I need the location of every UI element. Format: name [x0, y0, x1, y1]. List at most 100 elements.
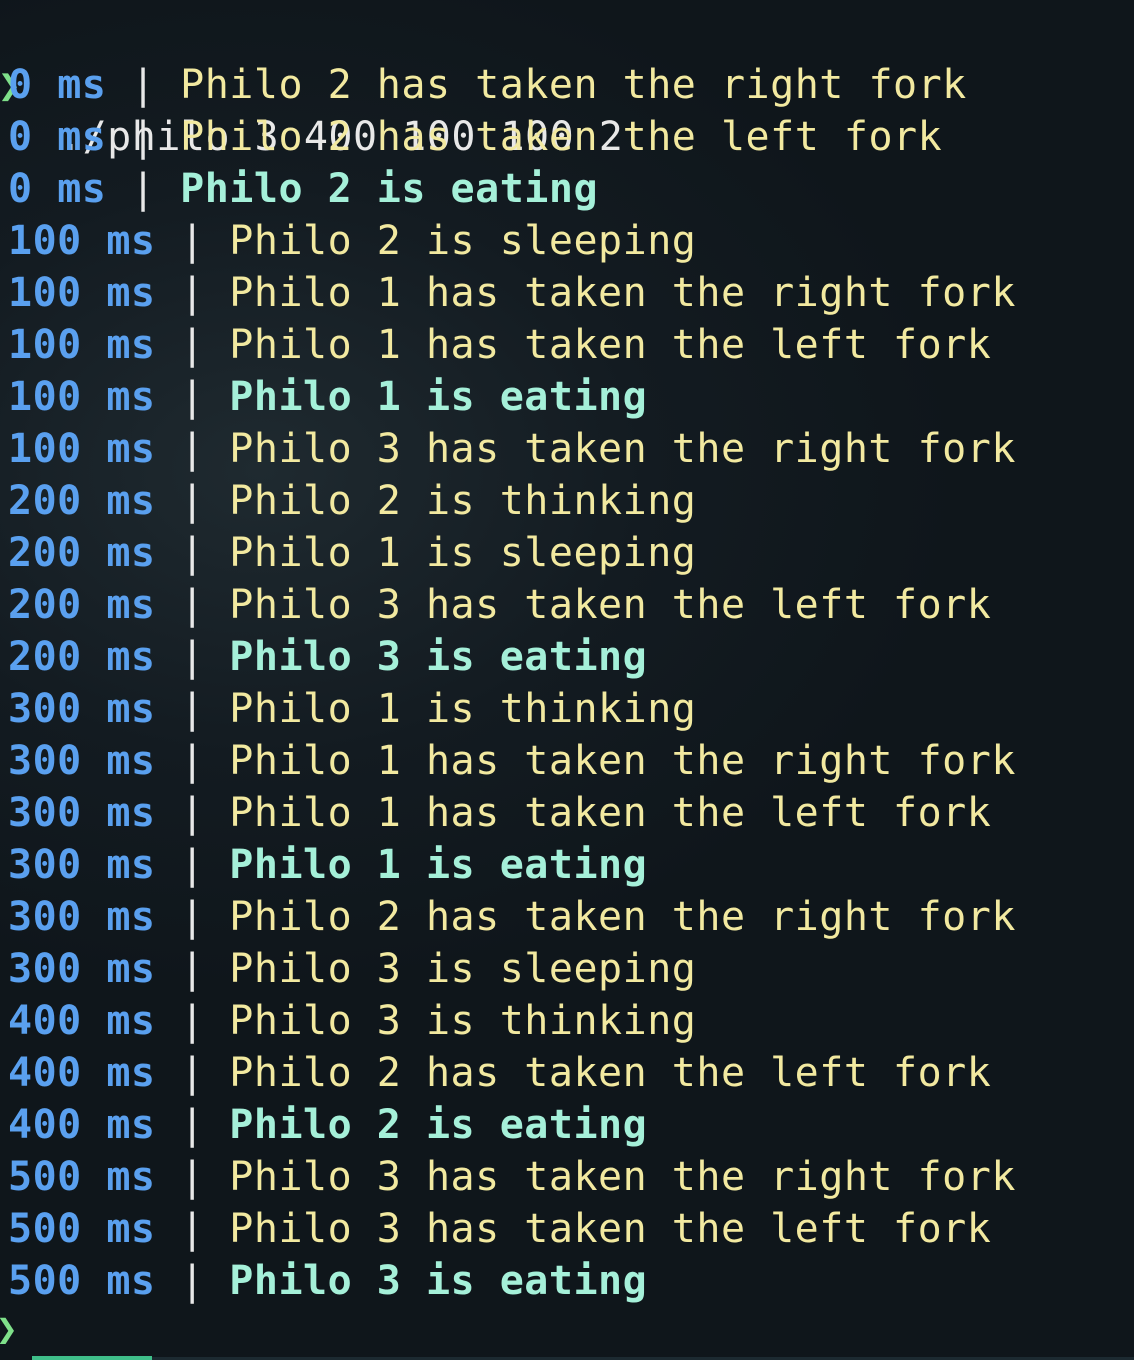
log-line: 200 ms | Philo 3 has taken the left fork: [8, 579, 991, 631]
timestamp-value: 100: [8, 426, 82, 472]
log-line: 100 ms | Philo 1 is eating: [8, 371, 647, 423]
log-line: 100 ms | Philo 1 has taken the right for…: [8, 267, 1016, 319]
log-line: 300 ms | Philo 2 has taken the right for…: [8, 891, 1016, 943]
timestamp-unit: ms: [106, 946, 156, 992]
log-message: Philo 2 is thinking: [229, 478, 697, 524]
log-message: Philo 2 has taken the left fork: [229, 1050, 992, 1096]
timestamp-unit: ms: [106, 790, 156, 836]
timestamp-unit: ms: [106, 478, 156, 524]
log-line: 100 ms | Philo 1 has taken the left fork: [8, 319, 991, 371]
timestamp-value: 0: [8, 62, 33, 108]
timestamp-unit: ms: [57, 114, 107, 160]
log-message: Philo 3 has taken the right fork: [229, 426, 1016, 472]
timestamp-value: 300: [8, 946, 82, 992]
status-indicator: [32, 1356, 152, 1360]
next-prompt-arrow-icon: ❯: [0, 1310, 18, 1350]
timestamp-unit: ms: [106, 634, 156, 680]
timestamp-unit: ms: [57, 166, 107, 212]
timestamp-value: 0: [8, 166, 33, 212]
timestamp-value: 300: [8, 842, 82, 888]
timestamp-value: 200: [8, 530, 82, 576]
timestamp-unit: ms: [106, 842, 156, 888]
log-line: 0 ms | Philo 2 is eating: [8, 163, 598, 215]
timestamp-value: 100: [8, 322, 82, 368]
eating-message: Philo 2 is eating: [229, 1102, 648, 1148]
log-line: 200 ms | Philo 1 is sleeping: [8, 527, 696, 579]
timestamp-value: 100: [8, 218, 82, 264]
log-line: 0 ms | Philo 2 has taken the left fork: [8, 111, 942, 163]
timestamp-unit: ms: [106, 322, 156, 368]
separator: |: [180, 270, 205, 316]
separator: |: [180, 790, 205, 836]
log-message: Philo 1 has taken the left fork: [229, 790, 992, 836]
timestamp-value: 300: [8, 894, 82, 940]
separator: |: [180, 738, 205, 784]
separator: |: [130, 114, 156, 160]
separator: |: [180, 842, 205, 888]
timestamp-unit: ms: [106, 894, 156, 940]
terminal-window[interactable]: ❯ ./philo 3 400 100 100 2 0 ms | Philo 2…: [0, 0, 1134, 1360]
log-line: 200 ms | Philo 3 is eating: [8, 631, 647, 683]
timestamp-unit: ms: [106, 998, 156, 1044]
log-line: 300 ms | Philo 1 has taken the right for…: [8, 735, 1016, 787]
timestamp-value: 200: [8, 634, 82, 680]
timestamp-value: 400: [8, 998, 82, 1044]
separator: |: [180, 1206, 205, 1252]
eating-message: Philo 2 is eating: [180, 166, 599, 212]
separator: |: [180, 686, 205, 732]
command-line: ❯ ./philo 3 400 100 100 2: [0, 7, 623, 160]
separator: |: [180, 634, 205, 680]
log-message: Philo 1 is thinking: [229, 686, 697, 732]
separator: |: [180, 374, 205, 420]
log-message: Philo 3 has taken the right fork: [229, 1154, 1016, 1200]
timestamp-unit: ms: [106, 1258, 156, 1304]
timestamp-unit: ms: [57, 62, 107, 108]
log-message: Philo 3 is thinking: [229, 998, 697, 1044]
log-message: Philo 3 is sleeping: [229, 946, 697, 992]
separator: |: [180, 322, 205, 368]
separator: |: [180, 1102, 205, 1148]
separator: |: [180, 894, 205, 940]
log-line: 500 ms | Philo 3 is eating: [8, 1255, 647, 1307]
timestamp-unit: ms: [106, 1154, 156, 1200]
separator: |: [180, 426, 205, 472]
separator: |: [180, 1050, 205, 1096]
separator: |: [130, 166, 156, 212]
log-line: 0 ms | Philo 2 has taken the right fork: [8, 59, 967, 111]
log-line: 400 ms | Philo 2 has taken the left fork: [8, 1047, 991, 1099]
eating-message: Philo 3 is eating: [229, 1258, 648, 1304]
timestamp-value: 200: [8, 478, 82, 524]
eating-message: Philo 1 is eating: [229, 374, 648, 420]
log-line: 500 ms | Philo 3 has taken the left fork: [8, 1203, 991, 1255]
eating-message: Philo 3 is eating: [229, 634, 648, 680]
timestamp-value: 100: [8, 270, 82, 316]
timestamp-value: 0: [8, 114, 33, 160]
log-line: 400 ms | Philo 3 is thinking: [8, 995, 696, 1047]
timestamp-value: 400: [8, 1102, 82, 1148]
timestamp-unit: ms: [106, 582, 156, 628]
log-line: 100 ms | Philo 3 has taken the right for…: [8, 423, 1016, 475]
log-line: 300 ms | Philo 3 is sleeping: [8, 943, 696, 995]
log-message: Philo 1 has taken the right fork: [229, 738, 1016, 784]
separator: |: [180, 1258, 205, 1304]
separator: |: [180, 1154, 205, 1200]
timestamp-unit: ms: [106, 218, 156, 264]
timestamp-value: 100: [8, 374, 82, 420]
timestamp-unit: ms: [106, 270, 156, 316]
timestamp-value: 500: [8, 1206, 82, 1252]
log-line: 500 ms | Philo 3 has taken the right for…: [8, 1151, 1016, 1203]
eating-message: Philo 1 is eating: [229, 842, 648, 888]
log-line: 300 ms | Philo 1 is eating: [8, 839, 647, 891]
separator: |: [180, 998, 205, 1044]
log-message: Philo 2 has taken the right fork: [180, 62, 967, 108]
timestamp-unit: ms: [106, 738, 156, 784]
timestamp-value: 300: [8, 738, 82, 784]
separator: |: [180, 218, 205, 264]
timestamp-value: 500: [8, 1154, 82, 1200]
timestamp-value: 300: [8, 790, 82, 836]
log-line: 200 ms | Philo 2 is thinking: [8, 475, 696, 527]
log-line: 300 ms | Philo 1 has taken the left fork: [8, 787, 991, 839]
log-message: Philo 2 is sleeping: [229, 218, 697, 264]
timestamp-unit: ms: [106, 374, 156, 420]
log-message: Philo 2 has taken the right fork: [229, 894, 1016, 940]
